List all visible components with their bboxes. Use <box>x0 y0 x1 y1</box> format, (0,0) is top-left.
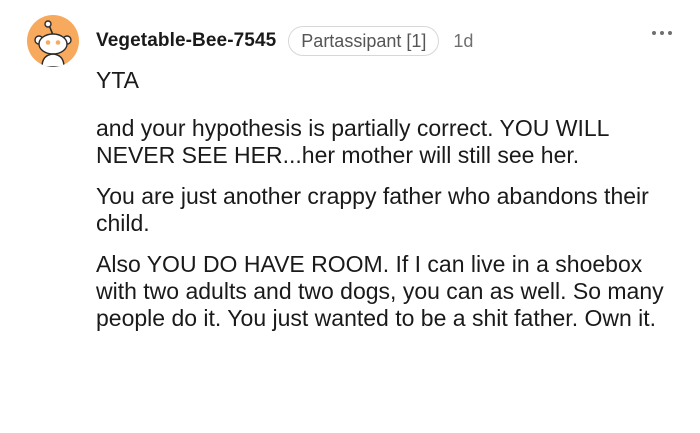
comment-paragraph: You are just another crappy father who a… <box>96 183 649 236</box>
more-horizontal-icon <box>652 31 656 35</box>
comment-body: YTA and your hypothesis is partially cor… <box>96 65 686 332</box>
verdict-text: YTA <box>96 67 140 93</box>
user-flair: Partassipant [1] <box>288 26 440 56</box>
comment-age: 1d <box>453 30 474 51</box>
snoo-avatar-icon <box>34 20 72 67</box>
username-link[interactable]: Vegetable-Bee-7545 <box>96 30 276 52</box>
avatar[interactable] <box>27 15 79 67</box>
more-options-button[interactable] <box>652 31 672 35</box>
comment-header: Vegetable-Bee-7545 Partassipant [1] 1d <box>96 25 473 57</box>
comment-paragraph: and your hypothesis is partially correct… <box>96 115 609 168</box>
comment-paragraph: Also YOU DO HAVE ROOM. If I can live in … <box>96 251 664 331</box>
